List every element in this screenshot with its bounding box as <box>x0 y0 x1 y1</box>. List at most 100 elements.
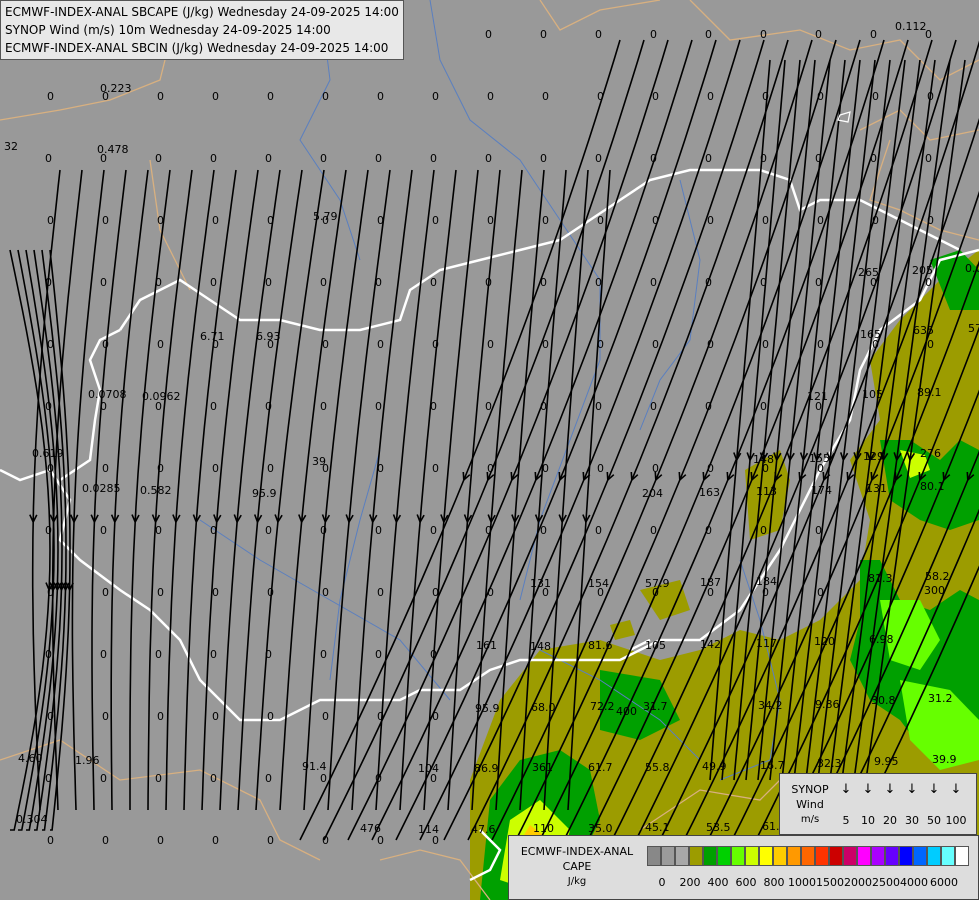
cape-zero-value: 0 <box>320 648 327 661</box>
cape-zero-value: 0 <box>540 524 547 537</box>
cape-legend: ECMWF-INDEX-ANAL CAPE J/kg 0 200 400 600 800… <box>508 835 979 900</box>
cape-zero-value: 0 <box>430 772 437 785</box>
title-line-3: ECMWF-INDEX-ANAL SBCIN (J/kg) Wednesday … <box>5 41 389 55</box>
cape-value: 31.2 <box>928 692 953 705</box>
cape-value: 163 <box>699 486 720 499</box>
cape-zero-value: 0 <box>210 400 217 413</box>
map-title-box: ECMWF-INDEX-ANAL SBCAPE (J/kg) Wednesday… <box>0 0 404 60</box>
weather-map: 0.112 0.223 0.478 5.79 6.71 6.93 0.0708 0.0962 0… <box>0 0 979 900</box>
cape-zero-value: 0 <box>705 524 712 537</box>
cape-zero-value: 0 <box>157 214 164 227</box>
wind-arrow-icon: ↓ <box>906 782 918 797</box>
wind-speed-label: 100 <box>945 814 967 827</box>
cape-zero-value: 0 <box>872 338 879 351</box>
cape-zero-value: 0 <box>212 710 219 723</box>
cape-zero-value: 0 <box>267 710 274 723</box>
cape-zero-value: 0 <box>652 462 659 475</box>
cape-zero-value: 0 <box>155 524 162 537</box>
cape-zero-value: 0 <box>817 462 824 475</box>
cape-zero-value: 0 <box>322 90 329 103</box>
cape-zero-value: 0 <box>595 400 602 413</box>
cape-zero-value: 0 <box>817 338 824 351</box>
cape-zero-value: 0 <box>45 276 52 289</box>
cape-color-swatch <box>955 846 969 866</box>
cape-zero-value: 0 <box>652 214 659 227</box>
cape-zero-value: 0 <box>47 834 54 847</box>
cape-zero-value: 0 <box>872 90 879 103</box>
cape-zero-value: 0 <box>760 28 767 41</box>
cape-zero-value: 0 <box>102 834 109 847</box>
cape-zero-value: 0 <box>762 90 769 103</box>
cape-zero-value: 0 <box>760 152 767 165</box>
cape-zero-value: 0 <box>267 834 274 847</box>
cape-zero-value: 0 <box>102 90 109 103</box>
cape-zero-value: 0 <box>927 214 934 227</box>
cape-zero-value: 0 <box>265 276 272 289</box>
cape-zero-value: 0 <box>487 462 494 475</box>
cape-zero-value: 0 <box>817 586 824 599</box>
cape-value: 9.86 <box>815 698 840 711</box>
cape-zero-value: 0 <box>487 90 494 103</box>
cape-zero-value: 0 <box>265 400 272 413</box>
cape-zero-value: 0 <box>432 462 439 475</box>
cape-zero-value: 0 <box>817 90 824 103</box>
wind-legend: SYNOP Wind m/s ↓ 5 ↓ 10 ↓ 20 ↓ 30 ↓ 50 ↓ 100 <box>779 773 977 835</box>
cape-value: 1.96 <box>75 754 100 767</box>
cape-zero-value: 0 <box>375 276 382 289</box>
cape-value: 117 <box>756 637 777 650</box>
cape-zero-value: 0 <box>870 28 877 41</box>
cape-legend-title: ECMWF-INDEX-ANAL CAPE J/kg <box>513 844 641 889</box>
cape-zero-value: 0 <box>595 524 602 537</box>
cape-zero-value: 0 <box>45 648 52 661</box>
cape-zero-value: 0 <box>540 28 547 41</box>
cape-zero-value: 0 <box>430 648 437 661</box>
cape-zero-value: 0 <box>815 524 822 537</box>
streamline <box>201 169 259 811</box>
cape-zero-value: 0 <box>155 400 162 413</box>
cape-zero-value: 0 <box>542 90 549 103</box>
cape-zero-value: 0 <box>650 152 657 165</box>
cape-zero-value: 0 <box>47 710 54 723</box>
cape-zero-value: 0 <box>650 524 657 537</box>
cape-zero-value: 0 <box>212 338 219 351</box>
cape-zero-value: 0 <box>377 462 384 475</box>
cape-zero-value: 0 <box>102 214 109 227</box>
cape-zero-value: 0 <box>925 152 932 165</box>
cape-zero-value: 0 <box>540 152 547 165</box>
cape-value: 34.2 <box>758 699 783 712</box>
cape-legend-title-3: J/kg <box>567 876 587 887</box>
cape-zero-value: 0 <box>265 524 272 537</box>
cape-value: 105 <box>862 388 883 401</box>
cape-zero-value: 0 <box>540 400 547 413</box>
cape-color-swatch <box>717 846 731 866</box>
cape-value: 129 <box>863 450 884 463</box>
wind-arrow-icon: ↓ <box>840 782 852 797</box>
cape-zero-value: 0 <box>542 214 549 227</box>
cape-zero-value: 0 <box>705 400 712 413</box>
cape-value: 61.7 <box>588 761 613 774</box>
cape-zero-value: 0 <box>485 400 492 413</box>
cape-value: 95.9 <box>475 702 500 715</box>
cape-zero-value: 0 <box>157 710 164 723</box>
cape-zero-value: 0 <box>100 524 107 537</box>
cape-value: 276 <box>920 447 941 460</box>
cape-value: 0.112 <box>895 20 927 33</box>
cape-zero-value: 0 <box>45 400 52 413</box>
cape-zero-value: 0 <box>762 462 769 475</box>
cape-zero-value: 0 <box>100 772 107 785</box>
cape-zero-value: 0 <box>102 338 109 351</box>
cape-value: 16.7 <box>760 759 785 772</box>
cape-value: 72.2 <box>590 700 615 713</box>
wind-speed-label: 10 <box>861 814 875 827</box>
cape-zero-value: 0 <box>212 90 219 103</box>
cape-zero-value: 0 <box>322 462 329 475</box>
cape-zero-value: 0 <box>100 152 107 165</box>
cape-zero-value: 0 <box>45 152 52 165</box>
cape-zero-value: 0 <box>762 586 769 599</box>
cape-color-swatch <box>857 846 871 866</box>
cape-value: 4.60 <box>18 752 43 765</box>
cape-value: 89.1 <box>917 386 942 399</box>
map-canvas: 0.1120.2230.4785.796.71 6.930.0708 0.09620… <box>0 0 979 900</box>
cape-zero-value: 0 <box>322 586 329 599</box>
cape-value: 32 <box>4 140 18 153</box>
